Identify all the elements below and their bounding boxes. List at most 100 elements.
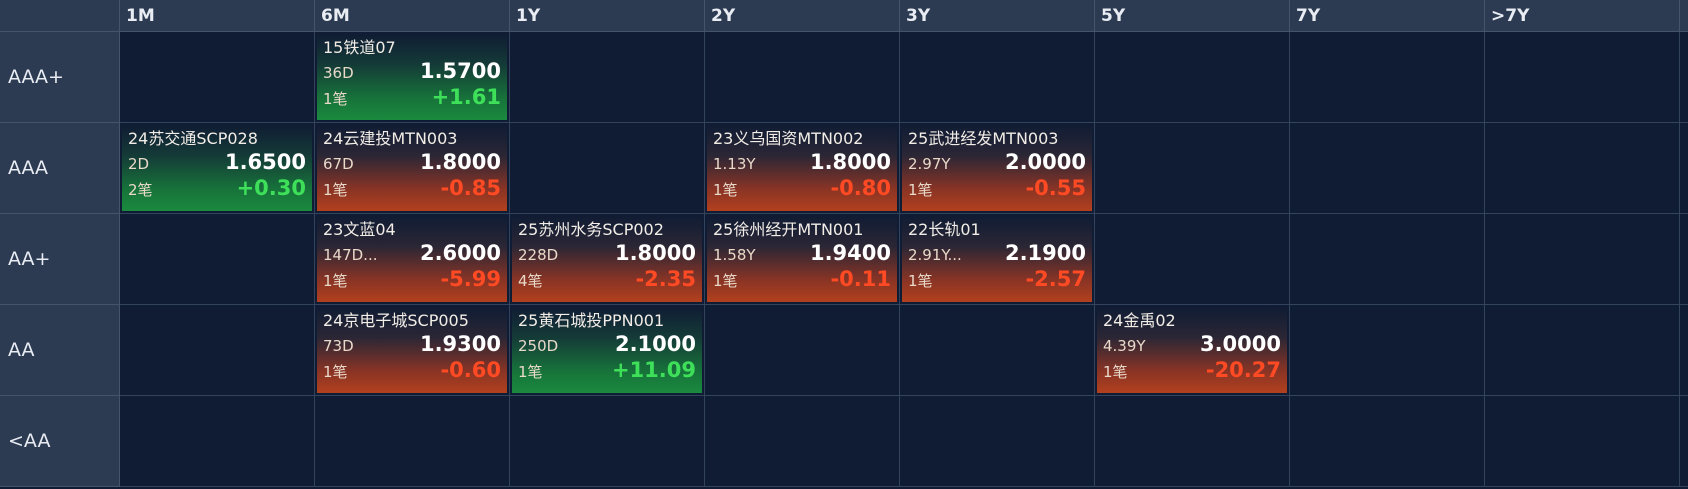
row-filler — [1680, 396, 1688, 487]
header-corner — [0, 0, 120, 32]
matrix-cell — [1485, 123, 1680, 214]
column-header-0[interactable]: 1M — [120, 0, 315, 32]
column-header-4[interactable]: 3Y — [900, 0, 1095, 32]
bond-card[interactable]: 24云建投MTN003 67D 1.8000 1笔 -0.85 — [317, 125, 507, 211]
column-header-6[interactable]: 7Y — [1290, 0, 1485, 32]
bond-line-rate: 67D 1.8000 — [323, 150, 501, 176]
bond-line-rate: 250D 2.1000 — [518, 332, 696, 358]
bond-term: 250D — [518, 337, 559, 355]
column-header-2[interactable]: 1Y — [510, 0, 705, 32]
column-header-3[interactable]: 2Y — [705, 0, 900, 32]
bond-line-change: 1笔 -0.55 — [908, 176, 1086, 202]
bond-rate: 1.5700 — [419, 59, 501, 83]
matrix-cell — [900, 396, 1095, 487]
bond-rate: 2.0000 — [1004, 150, 1086, 174]
row-label-2: AA+ — [0, 214, 120, 305]
matrix-cell — [120, 305, 315, 396]
bond-rate: 2.1000 — [614, 332, 696, 356]
bond-card[interactable]: 24苏交通SCP028 2D 1.6500 2笔 +0.30 — [122, 125, 312, 211]
column-header-7[interactable]: >7Y — [1485, 0, 1680, 32]
bond-line-change: 4笔 -2.35 — [518, 267, 696, 293]
matrix-cell — [1485, 214, 1680, 305]
bond-change: -0.11 — [830, 267, 891, 291]
bond-change: -0.60 — [440, 358, 501, 382]
bond-line-rate: 36D 1.5700 — [323, 59, 501, 85]
bond-line-change: 1笔 -0.80 — [713, 176, 891, 202]
bond-line-change: 1笔 +11.09 — [518, 358, 696, 384]
matrix-cell — [120, 214, 315, 305]
bond-term: 1.13Y — [713, 155, 756, 173]
row-filler — [1680, 123, 1688, 214]
matrix-cell — [1095, 214, 1290, 305]
bond-term: 2.91Y... — [908, 246, 962, 264]
bond-rate: 3.0000 — [1199, 332, 1281, 356]
bond-line-rate: 2.91Y... 2.1900 — [908, 241, 1086, 267]
matrix-cell — [900, 305, 1095, 396]
bond-change: -0.85 — [440, 176, 501, 200]
matrix-cell — [1095, 32, 1290, 123]
bond-line-rate: 1.58Y 1.9400 — [713, 241, 891, 267]
matrix-cell — [1290, 305, 1485, 396]
bond-trade-count: 1笔 — [1103, 363, 1128, 381]
bond-card[interactable]: 23义乌国资MTN002 1.13Y 1.8000 1笔 -0.80 — [707, 125, 897, 211]
bond-trade-count: 1笔 — [713, 272, 738, 290]
bond-trade-count: 2笔 — [128, 181, 153, 199]
bond-rate: 2.6000 — [419, 241, 501, 265]
bond-card[interactable]: 24金禹02 4.39Y 3.0000 1笔 -20.27 — [1097, 307, 1287, 393]
bond-term: 36D — [323, 64, 354, 82]
bond-trade-count: 1笔 — [908, 272, 933, 290]
bond-card[interactable]: 24京电子城SCP005 73D 1.9300 1笔 -0.60 — [317, 307, 507, 393]
column-header-5[interactable]: 5Y — [1095, 0, 1290, 32]
bond-name: 23文蓝04 — [323, 220, 396, 239]
bond-trade-count: 1笔 — [323, 363, 348, 381]
matrix-cell: 23文蓝04 147D... 2.6000 1笔 -5.99 — [315, 214, 510, 305]
matrix-cell — [705, 396, 900, 487]
bond-line-rate: 2.97Y 2.0000 — [908, 150, 1086, 176]
matrix-cell: 24金禹02 4.39Y 3.0000 1笔 -20.27 — [1095, 305, 1290, 396]
bond-card[interactable]: 25黄石城投PPN001 250D 2.1000 1笔 +11.09 — [512, 307, 702, 393]
bond-trade-count: 1笔 — [323, 272, 348, 290]
bond-line-change: 2笔 +0.30 — [128, 176, 306, 202]
bond-line-change: 1笔 -0.11 — [713, 267, 891, 293]
bond-name: 24苏交通SCP028 — [128, 129, 258, 148]
bond-card[interactable]: 25徐州经开MTN001 1.58Y 1.9400 1笔 -0.11 — [707, 216, 897, 302]
bond-rate: 1.8000 — [809, 150, 891, 174]
matrix-cell: 23义乌国资MTN002 1.13Y 1.8000 1笔 -0.80 — [705, 123, 900, 214]
bond-trade-count: 1笔 — [323, 90, 348, 108]
matrix-cell — [315, 396, 510, 487]
matrix-cell — [705, 305, 900, 396]
bond-name: 25苏州水务SCP002 — [518, 220, 664, 239]
bond-rate: 1.6500 — [224, 150, 306, 174]
bond-change: +0.30 — [236, 176, 306, 200]
bond-name: 23义乌国资MTN002 — [713, 129, 864, 148]
matrix-cell — [1095, 396, 1290, 487]
bond-line-rate: 228D 1.8000 — [518, 241, 696, 267]
bond-card[interactable]: 15铁道07 36D 1.5700 1笔 +1.61 — [317, 34, 507, 120]
column-header-1[interactable]: 6M — [315, 0, 510, 32]
matrix-cell — [900, 32, 1095, 123]
bond-line-rate: 1.13Y 1.8000 — [713, 150, 891, 176]
matrix-cell — [510, 32, 705, 123]
row-filler — [1680, 305, 1688, 396]
matrix-cell: 25武进经发MTN003 2.97Y 2.0000 1笔 -0.55 — [900, 123, 1095, 214]
bond-rate: 2.1900 — [1004, 241, 1086, 265]
bond-card[interactable]: 22长轨01 2.91Y... 2.1900 1笔 -2.57 — [902, 216, 1092, 302]
bond-line-change: 1笔 +1.61 — [323, 85, 501, 111]
bond-trade-count: 1笔 — [908, 181, 933, 199]
matrix-cell — [120, 32, 315, 123]
matrix-cell — [120, 396, 315, 487]
bond-card[interactable]: 25武进经发MTN003 2.97Y 2.0000 1笔 -0.55 — [902, 125, 1092, 211]
bond-change: -5.99 — [440, 267, 501, 291]
bond-card[interactable]: 25苏州水务SCP002 228D 1.8000 4笔 -2.35 — [512, 216, 702, 302]
bond-change: -0.55 — [1025, 176, 1086, 200]
bond-card[interactable]: 23文蓝04 147D... 2.6000 1笔 -5.99 — [317, 216, 507, 302]
matrix-cell — [510, 123, 705, 214]
row-filler — [1680, 32, 1688, 123]
bond-term: 228D — [518, 246, 559, 264]
bond-line-change: 1笔 -20.27 — [1103, 358, 1281, 384]
bond-line-rate: 147D... 2.6000 — [323, 241, 501, 267]
bond-change: +1.61 — [431, 85, 501, 109]
row-filler — [1680, 214, 1688, 305]
bond-change: -20.27 — [1205, 358, 1281, 382]
bond-name: 25黄石城投PPN001 — [518, 311, 665, 330]
